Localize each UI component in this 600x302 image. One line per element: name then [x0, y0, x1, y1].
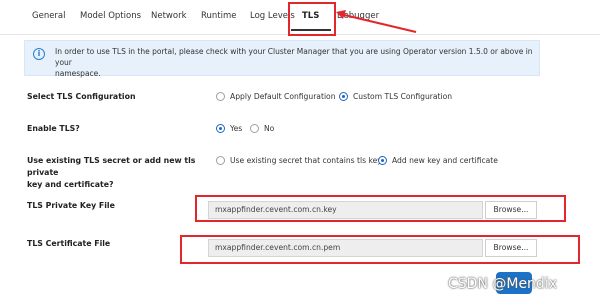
- radio-circle-checked[interactable]: [378, 156, 387, 165]
- tab-runtime[interactable]: Runtime: [201, 11, 237, 21]
- radio-label: Custom TLS Configuration: [353, 92, 453, 101]
- enable-tls-radio-group: Yes No: [216, 123, 296, 137]
- radio-circle[interactable]: [250, 124, 259, 133]
- annotation-box-tls-tab: [288, 2, 336, 36]
- info-banner-line2: namespace.: [55, 69, 101, 78]
- secret-choice-radio-group: Use existing secret that contains tls ke…: [216, 155, 516, 169]
- tls-configuration-label: Select TLS Configuration: [27, 92, 136, 101]
- tls-settings-page: General Model Options Network Runtime Lo…: [0, 0, 600, 302]
- radio-label: Yes: [230, 124, 243, 133]
- radio-circle[interactable]: [216, 156, 225, 165]
- tab-model-options[interactable]: Model Options: [80, 11, 141, 21]
- radio-label: No: [264, 124, 275, 133]
- radio-circle[interactable]: [216, 92, 225, 101]
- info-icon: i: [33, 48, 45, 60]
- enable-tls-label: Enable TLS?: [27, 124, 80, 133]
- info-banner: i In order to use TLS in the portal, ple…: [24, 40, 540, 79]
- radio-label: Add new key and certificate: [392, 156, 498, 165]
- certificate-label: TLS Certificate File: [27, 239, 111, 248]
- private-key-label: TLS Private Key File: [27, 201, 115, 210]
- tab-general[interactable]: General: [32, 11, 66, 21]
- radio-label: Apply Default Configuration: [230, 92, 336, 101]
- tls-configuration-radio-group: Apply Default Configuration Custom TLS C…: [216, 91, 476, 105]
- info-banner-line1: In order to use TLS in the portal, pleas…: [55, 47, 533, 67]
- watermark-text: CSDN @Mendix: [448, 276, 557, 292]
- info-banner-text: In order to use TLS in the portal, pleas…: [55, 46, 535, 79]
- secret-choice-label-line2: key and certificate?: [27, 180, 114, 189]
- annotation-box-certificate: [180, 235, 580, 264]
- radio-label: Use existing secret that contains tls ke…: [230, 156, 382, 165]
- secret-choice-label: Use existing TLS secret or add new tls p…: [27, 155, 212, 191]
- tab-network[interactable]: Network: [151, 11, 187, 21]
- annotation-arrow: [336, 10, 417, 33]
- radio-circle-checked[interactable]: [339, 92, 348, 101]
- annotation-box-private-key: [195, 195, 566, 222]
- radio-circle-checked[interactable]: [216, 124, 225, 133]
- secret-choice-label-line1: Use existing TLS secret or add new tls p…: [27, 156, 196, 177]
